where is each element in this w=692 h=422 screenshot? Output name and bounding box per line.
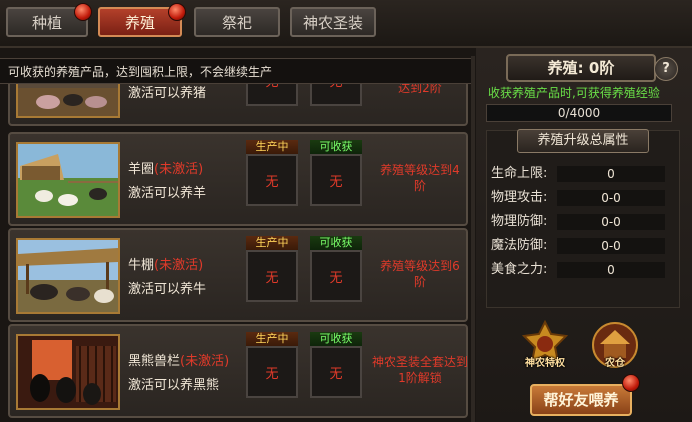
- produce-slot[interactable]: 无: [246, 154, 298, 206]
- harvest-value: 无: [329, 270, 343, 286]
- tab-planting[interactable]: 种植: [6, 3, 92, 37]
- harvest-slot[interactable]: 无: [310, 84, 362, 106]
- attributes-title: 养殖升级总属性: [517, 129, 649, 153]
- tab-breeding[interactable]: 养殖: [98, 3, 186, 37]
- harvest-slot[interactable]: 无: [310, 250, 362, 302]
- attr-label: 物理防御:: [491, 214, 548, 229]
- produce-slot[interactable]: 无: [246, 250, 298, 302]
- exp-info-text: 收获养殖产品时,可获得养殖经验: [488, 86, 660, 100]
- exp-progress-bar: 0/4000: [486, 104, 672, 122]
- list-scrollbar[interactable]: [471, 56, 475, 422]
- harvest-value: 无: [329, 84, 342, 90]
- produce-value: 无: [265, 84, 278, 90]
- pen-list[interactable]: 激活可以养猪 无 无 达到2阶 羊圈(未激活) 激活可以养羊 生产中 可收获 无…: [0, 84, 475, 422]
- pen-desc: 激活可以养羊: [128, 186, 207, 201]
- pen-desc: 激活可以养牛: [128, 282, 207, 297]
- harvest-value: 无: [329, 174, 343, 190]
- pen-name-text: 黑熊兽栏: [128, 354, 181, 369]
- produce-value: 无: [265, 174, 279, 190]
- breeding-info-panel: 养殖: 0阶 ? 收获养殖产品时,可获得养殖经验 0/4000 养殖升级总属性 …: [476, 48, 692, 422]
- pen-name: 牛棚(未激活): [128, 254, 203, 273]
- pen-name-text: 羊圈: [128, 162, 155, 177]
- bear-pen-image: [16, 334, 120, 410]
- tab-sacrifice[interactable]: 祭祀: [194, 7, 280, 37]
- harvest-slot[interactable]: 无: [310, 154, 362, 206]
- harvestable-label: 可收获: [310, 332, 362, 346]
- attr-row: 生命上限: 0: [491, 165, 675, 183]
- attr-row: 物理攻击: 0-0: [491, 189, 675, 207]
- harvest-value: 无: [329, 366, 343, 382]
- harvestable-label: 可收获: [310, 236, 362, 250]
- pen-row-bear: 黑熊兽栏(未激活) 激活可以养黑熊 生产中 可收获 无 无 神农圣装全套达到1阶…: [8, 324, 468, 418]
- unlock-condition: 神农圣装全套达到1阶解锁: [372, 355, 469, 385]
- produce-value: 无: [265, 366, 279, 382]
- pen-status: (未激活): [154, 258, 204, 273]
- tab-label: 神农圣装: [302, 13, 363, 32]
- attr-row: 美食之力: 0: [491, 261, 675, 279]
- sheep-pen-image: [16, 142, 120, 218]
- breeding-level-title: 养殖: 0阶: [506, 54, 656, 82]
- harvestable-label: 可收获: [310, 140, 362, 154]
- attr-value: 0-0: [557, 238, 665, 254]
- warehouse-label: 农仓: [605, 358, 625, 369]
- hint-text: 可收获的养殖产品，达到囤积上限，不会继续生产: [0, 58, 475, 84]
- attr-label: 物理攻击:: [491, 190, 548, 205]
- attr-value: 0-0: [557, 214, 665, 230]
- tab-label: 种植: [31, 13, 62, 32]
- pen-row-pig: 激活可以养猪 无 无 达到2阶: [8, 84, 468, 126]
- pig-pen-image: [16, 84, 120, 118]
- producing-label: 生产中: [246, 236, 298, 250]
- unlock-condition: 养殖等级达到6阶: [380, 259, 460, 289]
- tab-bar: 种植 养殖 祭祀 神农圣装: [0, 0, 692, 48]
- cattle-shed-image: [16, 238, 120, 314]
- tab-shennong-gear[interactable]: 神农圣装: [290, 7, 376, 37]
- tab-label: 养殖: [124, 13, 155, 32]
- notification-dot-icon: [622, 374, 640, 392]
- attr-value: 0: [557, 166, 665, 182]
- upgrade-attributes-box: 养殖升级总属性 生命上限: 0 物理攻击: 0-0 物理防御: 0-0 魔法防御: 0-…: [486, 129, 680, 308]
- unlock-condition: 养殖等级达到4阶: [380, 163, 460, 193]
- help-friend-feed-button[interactable]: 帮好友喂养: [530, 384, 632, 416]
- notification-dot-icon: [168, 3, 186, 21]
- attr-row: 魔法防御: 0-0: [491, 237, 675, 255]
- attr-row: 物理防御: 0-0: [491, 213, 675, 231]
- pen-row-sheep: 羊圈(未激活) 激活可以养羊 生产中 可收获 无 无 养殖等级达到4阶: [8, 132, 468, 226]
- help-icon[interactable]: ?: [654, 57, 678, 81]
- pen-name-text: 牛棚: [128, 258, 155, 273]
- tab-label: 祭祀: [221, 13, 252, 32]
- producing-label: 生产中: [246, 140, 298, 154]
- pen-desc: 激活可以养猪: [128, 86, 207, 101]
- produce-slot[interactable]: 无: [246, 84, 298, 106]
- warehouse-button[interactable]: 农仓: [590, 320, 640, 370]
- attr-value: 0-0: [557, 190, 665, 206]
- privilege-label: 神农特权: [525, 358, 565, 369]
- shennong-privilege-button[interactable]: 神农特权: [520, 319, 570, 370]
- attr-label: 生命上限:: [491, 166, 548, 181]
- harvest-slot[interactable]: 无: [310, 346, 362, 398]
- pen-desc: 激活可以养黑熊: [128, 378, 220, 393]
- attr-value: 0: [557, 262, 665, 278]
- producing-label: 生产中: [246, 332, 298, 346]
- produce-slot[interactable]: 无: [246, 346, 298, 398]
- pen-status: (未激活): [180, 354, 230, 369]
- produce-value: 无: [265, 270, 279, 286]
- attr-label: 魔法防御:: [491, 238, 548, 253]
- pen-status: (未激活): [154, 162, 204, 177]
- pen-name: 黑熊兽栏(未激活): [128, 350, 229, 369]
- unlock-condition: 达到2阶: [398, 84, 442, 95]
- attr-label: 美食之力:: [491, 262, 548, 277]
- notification-dot-icon: [74, 3, 92, 21]
- pen-name: 羊圈(未激活): [128, 158, 203, 177]
- pen-row-cattle: 牛棚(未激活) 激活可以养牛 生产中 可收获 无 无 养殖等级达到6阶: [8, 228, 468, 322]
